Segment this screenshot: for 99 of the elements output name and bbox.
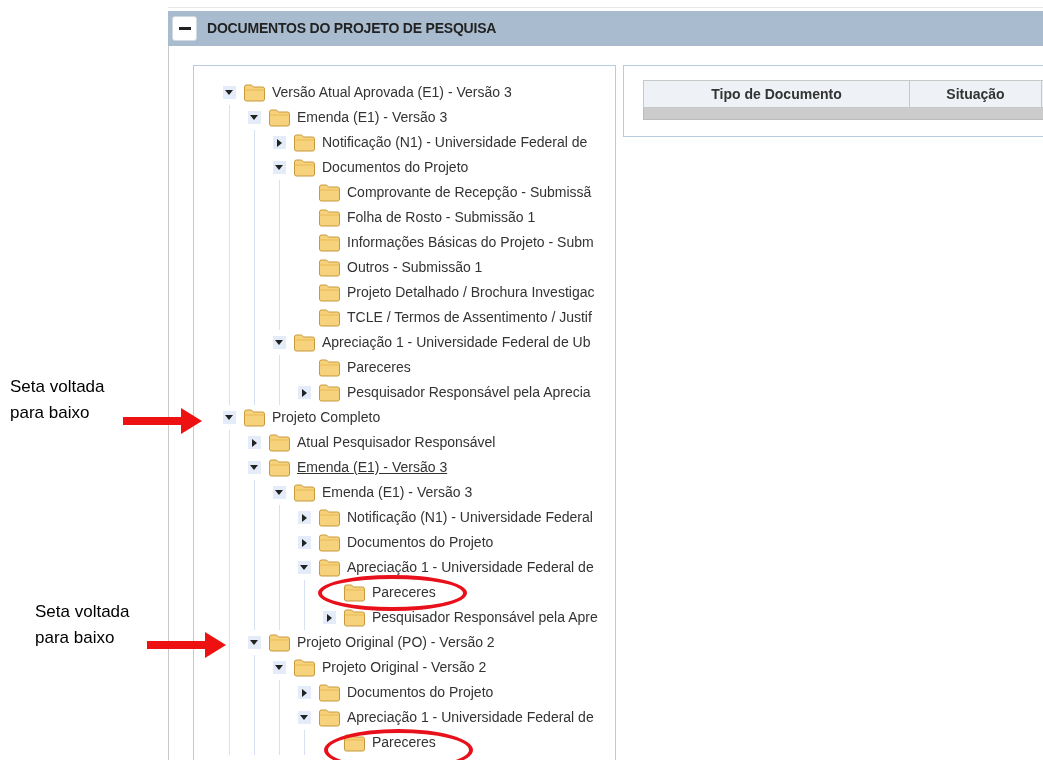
tree-item[interactable]: Folha de Rosto - Submissão 1 — [347, 207, 536, 228]
tree-item[interactable]: Pareceres — [372, 582, 436, 603]
tree-item[interactable]: Documentos do Projeto — [347, 532, 494, 553]
expand-toggle[interactable] — [272, 336, 286, 349]
arrow-icon — [147, 632, 226, 658]
tree-item[interactable]: Documentos do Projeto — [347, 682, 494, 703]
caret-down-icon — [275, 490, 283, 495]
expand-toggle[interactable] — [272, 136, 286, 149]
callout-label: Seta voltada para baixo — [35, 601, 130, 649]
expand-toggle[interactable] — [297, 511, 311, 524]
caret-down-icon — [300, 565, 308, 570]
expand-toggle[interactable] — [272, 161, 286, 174]
folder-icon — [318, 533, 341, 552]
caret-down-icon — [275, 665, 283, 670]
tree-item[interactable]: TCLE / Termos de Assentimento / Justif — [347, 307, 592, 328]
folder-icon — [268, 433, 291, 452]
caret-right-icon — [276, 138, 282, 147]
tree-item[interactable]: Pesquisador Responsável pela Aprecia — [347, 382, 591, 403]
caret-down-icon — [300, 715, 308, 720]
tree-item[interactable]: Documentos do Projeto — [322, 157, 469, 178]
column-header[interactable]: Situação — [910, 81, 1042, 107]
tree-item[interactable]: Comprovante de Recepção - Submissã — [347, 182, 592, 203]
caret-down-icon — [225, 415, 233, 420]
expand-toggle[interactable] — [222, 86, 236, 99]
tree-item[interactable]: Projeto Original (PO) - Versão 2 — [297, 632, 495, 653]
folder-icon — [293, 483, 316, 502]
folder-icon — [318, 183, 341, 202]
folder-icon — [293, 658, 316, 677]
folder-icon — [318, 683, 341, 702]
expand-toggle[interactable] — [247, 461, 261, 474]
caret-down-icon — [250, 465, 258, 470]
folder-icon — [318, 233, 341, 252]
tree-item[interactable]: Outros - Submissão 1 — [347, 257, 483, 278]
folder-icon — [243, 408, 266, 427]
folder-icon — [293, 158, 316, 177]
folder-icon — [268, 458, 291, 477]
collapse-button[interactable] — [172, 16, 197, 41]
tree-item[interactable]: Atual Pesquisador Responsável — [297, 432, 496, 453]
expand-toggle[interactable] — [222, 411, 236, 424]
expand-toggle[interactable] — [297, 711, 311, 724]
tree-item[interactable]: Apreciação 1 - Universidade Federal de — [347, 557, 594, 578]
tree-item[interactable]: Apreciação 1 - Universidade Federal de Ub — [322, 332, 591, 353]
expand-toggle[interactable] — [247, 111, 261, 124]
callout-label: Seta voltada para baixo — [10, 376, 105, 424]
tree-item[interactable]: Notificação (N1) - Universidade Federal — [347, 507, 593, 528]
caret-right-icon — [301, 538, 307, 547]
folder-icon — [318, 283, 341, 302]
tree-item[interactable]: Emenda (E1) - Versão 3 — [322, 482, 473, 503]
caret-right-icon — [301, 688, 307, 697]
expand-toggle[interactable] — [297, 561, 311, 574]
tree-item[interactable]: Projeto Original - Versão 2 — [322, 657, 487, 678]
expand-toggle[interactable] — [322, 611, 336, 624]
expand-toggle[interactable] — [297, 386, 311, 399]
expand-toggle[interactable] — [272, 486, 286, 499]
expand-toggle[interactable] — [247, 436, 261, 449]
caret-down-icon — [225, 90, 233, 95]
tree-item[interactable]: Versão Atual Aprovada (E1) - Versão 3 — [272, 82, 512, 103]
caret-down-icon — [275, 340, 283, 345]
caret-right-icon — [301, 388, 307, 397]
column-header[interactable]: Tipo de Documento — [644, 81, 910, 107]
tree-item[interactable]: Projeto Detalhado / Brochura Investigac — [347, 282, 595, 303]
tree-item[interactable]: Projeto Completo — [272, 407, 381, 428]
caret-right-icon — [301, 513, 307, 522]
folder-icon — [318, 708, 341, 727]
folder-icon — [343, 608, 366, 627]
tree-item[interactable]: Notificação (N1) - Universidade Federal de — [322, 132, 588, 153]
caret-right-icon — [251, 438, 257, 447]
folder-icon — [318, 208, 341, 227]
folder-icon — [318, 258, 341, 277]
expand-toggle[interactable] — [247, 636, 261, 649]
folder-icon — [318, 308, 341, 327]
arrow-icon — [123, 408, 202, 434]
folder-icon — [343, 733, 366, 752]
minus-icon — [178, 27, 191, 30]
folder-icon — [293, 333, 316, 352]
folder-icon — [318, 383, 341, 402]
folder-icon — [268, 633, 291, 652]
tree-item[interactable]: Pesquisador Responsável pela Apre — [372, 607, 598, 628]
caret-right-icon — [326, 613, 332, 622]
folder-icon — [343, 583, 366, 602]
tree-item[interactable]: Emenda (E1) - Versão 3 — [297, 457, 448, 478]
caret-down-icon — [250, 115, 258, 120]
tree-item[interactable]: Pareceres — [372, 732, 436, 753]
expand-toggle[interactable] — [297, 536, 311, 549]
caret-down-icon — [250, 640, 258, 645]
tree-item[interactable]: Pareceres — [347, 357, 411, 378]
folder-icon — [318, 358, 341, 377]
tree-item[interactable]: Apreciação 1 - Universidade Federal de — [347, 707, 594, 728]
expand-toggle[interactable] — [272, 661, 286, 674]
tree-item[interactable]: Emenda (E1) - Versão 3 — [297, 107, 448, 128]
caret-down-icon — [275, 165, 283, 170]
tree-item[interactable]: Informações Básicas do Projeto - Subm — [347, 232, 594, 253]
folder-icon — [243, 83, 266, 102]
panel-title: DOCUMENTOS DO PROJETO DE PESQUISA — [207, 19, 497, 38]
folder-icon — [268, 108, 291, 127]
expand-toggle[interactable] — [297, 686, 311, 699]
folder-icon — [318, 558, 341, 577]
folder-icon — [318, 508, 341, 527]
folder-icon — [293, 133, 316, 152]
